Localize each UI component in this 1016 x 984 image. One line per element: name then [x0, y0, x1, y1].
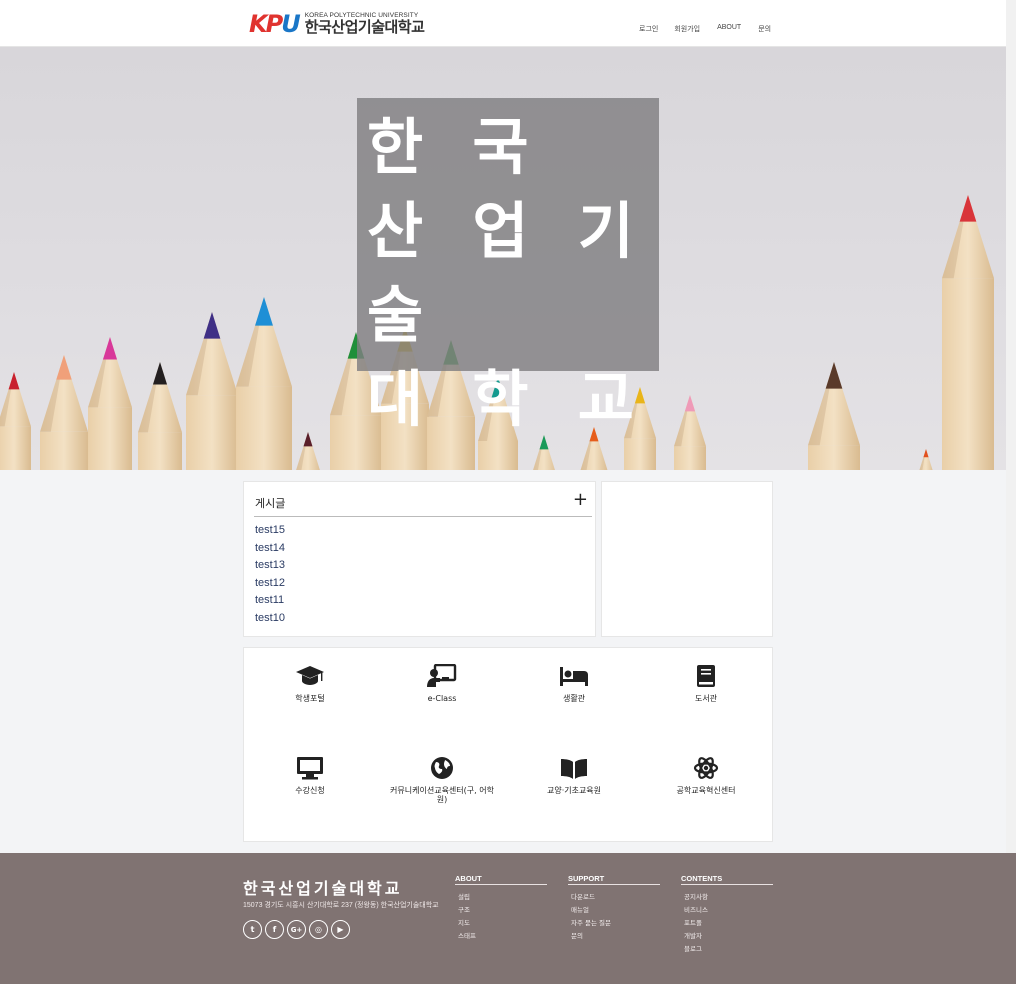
footer-column-support: SUPPORT 다운로드 매뉴얼 자주 묻는 질문 문의	[568, 874, 660, 943]
pencil-shape	[808, 362, 860, 470]
quick-link-eclass[interactable]: e-Class	[376, 664, 508, 703]
footer-link[interactable]: 구조	[458, 904, 547, 917]
footer-title: 한국산업기술대학교	[243, 879, 403, 898]
footer-column-heading: SUPPORT	[568, 874, 660, 885]
logo-korean-name: 한국산업기술대학교	[304, 18, 425, 36]
book-open-icon	[561, 759, 587, 779]
twitter-icon[interactable]: t	[243, 920, 262, 939]
chalkboard-teacher-icon	[427, 664, 457, 687]
atom-icon	[693, 757, 719, 779]
footer-address: 15073 경기도 시흥시 산기대학로 237 (정왕동) 한국산업기술대학교	[243, 902, 439, 909]
footer-link[interactable]: 포트폴	[684, 917, 773, 930]
board-post-link[interactable]: test12	[255, 575, 285, 593]
quick-link-course-registration[interactable]: 수강신청	[244, 756, 376, 795]
quick-link-student-portal[interactable]: 학생포털	[244, 664, 376, 703]
facebook-icon[interactable]: f	[265, 920, 284, 939]
quick-link-library[interactable]: 도서관	[640, 664, 772, 703]
board-post-link[interactable]: test11	[255, 592, 285, 610]
board-title: 게시글	[255, 497, 286, 510]
pencil-shape	[88, 337, 132, 470]
hero-title: 한 국 산 업 기 술 대 학 교	[367, 112, 648, 435]
quick-link-communication-center[interactable]: 커뮤니케이션교육센터(구, 어학원)	[376, 756, 508, 804]
pencil-shape	[40, 355, 88, 470]
pencil-shape	[919, 449, 933, 470]
footer-link[interactable]: 문의	[571, 930, 660, 943]
pencil-shape	[236, 297, 292, 470]
site-header: KPU KOREA POLYTECHNIC UNIVERSITY 한국산업기술대…	[0, 0, 1006, 47]
pencil-shape	[186, 312, 238, 470]
footer-link[interactable]: 공지사항	[684, 891, 773, 904]
footer-column-heading: ABOUT	[455, 874, 547, 885]
board-more-button[interactable]: +	[573, 490, 588, 510]
nav-signup[interactable]: 회원가입	[674, 24, 700, 34]
instagram-icon[interactable]: ◎	[309, 920, 328, 939]
board-post-list: test15 test14 test13 test12 test11 test1…	[255, 522, 285, 627]
footer-link[interactable]: 설립	[458, 891, 547, 904]
kpu-logo-mark: KPU	[249, 10, 301, 38]
footer-column-heading: CONTENTS	[681, 874, 773, 885]
footer-link[interactable]: 자주 묻는 질문	[571, 917, 660, 930]
hero-title-box: 한 국 산 업 기 술 대 학 교	[357, 98, 659, 435]
bed-icon	[560, 667, 588, 686]
board-post-link[interactable]: test13	[255, 557, 285, 575]
footer-link[interactable]: 지도	[458, 917, 547, 930]
book-icon	[697, 665, 715, 687]
page-scrollbar[interactable]	[1006, 0, 1016, 984]
board-post-link[interactable]: test10	[255, 610, 285, 628]
desktop-icon	[297, 757, 323, 780]
footer-link[interactable]: 다운로드	[571, 891, 660, 904]
footer-link[interactable]: 개발자	[684, 930, 773, 943]
side-empty-card	[601, 481, 773, 637]
footer-link[interactable]: 매뉴얼	[571, 904, 660, 917]
graduation-cap-icon	[296, 666, 324, 685]
footer-social-links: t f G+ ◎ ▶	[243, 920, 350, 939]
pencil-shape	[138, 362, 182, 470]
board-post-link[interactable]: test14	[255, 540, 285, 558]
quick-link-dormitory[interactable]: 생활관	[508, 664, 640, 703]
footer-link[interactable]: 블로그	[684, 943, 773, 956]
top-nav: 로그인 회원가입 ABOUT 문의	[639, 24, 771, 34]
board-card: 게시글 + test15 test14 test13 test12 test11…	[243, 481, 596, 637]
nav-about[interactable]: ABOUT	[717, 24, 741, 34]
youtube-icon[interactable]: ▶	[331, 920, 350, 939]
hero-banner: 한 국 산 업 기 술 대 학 교	[0, 47, 1006, 470]
site-footer: 한국산업기술대학교 15073 경기도 시흥시 산기대학로 237 (정왕동) …	[0, 853, 1016, 984]
pencil-shape	[674, 395, 706, 470]
quick-link-liberal-arts[interactable]: 교양·기초교육원	[508, 756, 640, 795]
board-header: 게시글 +	[254, 490, 592, 517]
nav-login[interactable]: 로그인	[639, 24, 658, 34]
footer-column-contents: CONTENTS 공지사항 비즈니스 포트폴 개발자 블로그	[681, 874, 773, 956]
quick-link-engineering-center[interactable]: 공학교육혁신센터	[640, 756, 772, 795]
pencil-shape	[0, 372, 31, 470]
board-post-link[interactable]: test15	[255, 522, 285, 540]
nav-contact[interactable]: 문의	[758, 24, 771, 34]
google-plus-icon[interactable]: G+	[287, 920, 306, 939]
footer-column-about: ABOUT 설립 구조 지도 스태프	[455, 874, 547, 943]
footer-link[interactable]: 스태프	[458, 930, 547, 943]
pencil-shape	[296, 432, 320, 470]
site-logo[interactable]: KPU KOREA POLYTECHNIC UNIVERSITY 한국산업기술대…	[249, 9, 425, 39]
quick-links-panel: 학생포털 e-Class 생활관 도서관 수강신청 커뮤니케이션교육센터(구, …	[243, 647, 773, 842]
globe-icon	[431, 757, 453, 779]
pencil-shape	[942, 195, 994, 470]
footer-link[interactable]: 비즈니스	[684, 904, 773, 917]
